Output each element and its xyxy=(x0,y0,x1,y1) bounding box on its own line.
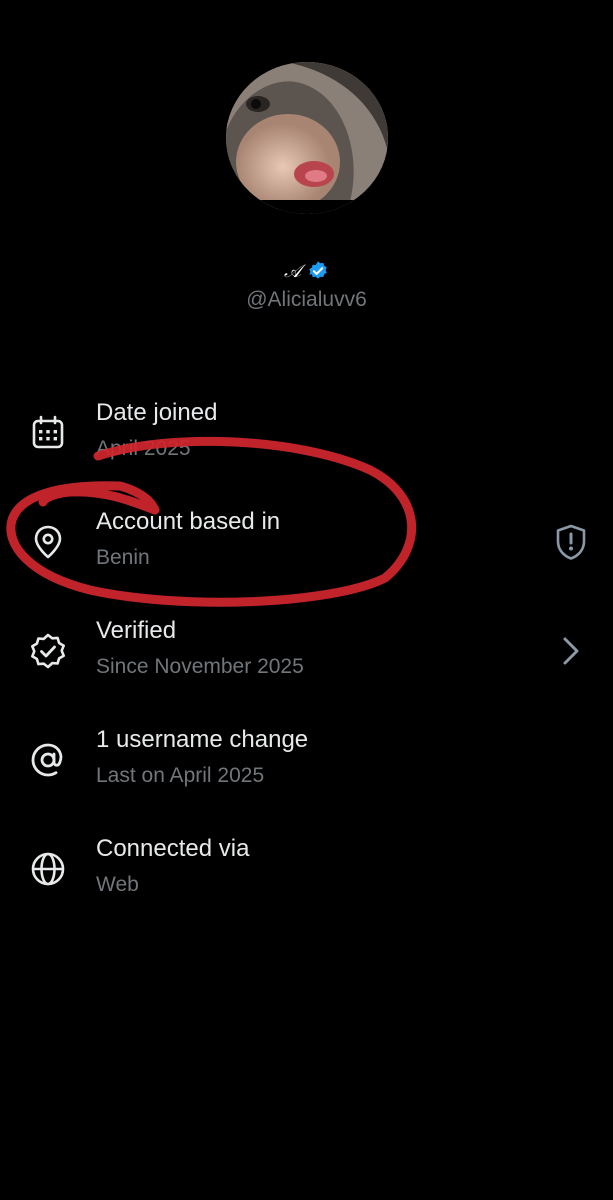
verified-check-icon xyxy=(309,261,327,279)
row-subtitle: April 2025 xyxy=(96,437,191,460)
row-title: Date joined xyxy=(96,399,218,426)
at-sign-icon xyxy=(31,743,63,777)
info-row-username-change: 1 username change Last on April 2025 xyxy=(0,726,613,806)
profile-name-row: 𝒜 xyxy=(0,260,613,282)
info-row-verified[interactable]: Verified Since November 2025 xyxy=(0,617,613,697)
info-row-connected-via: Connected via Web xyxy=(0,835,613,915)
display-name: 𝒜 xyxy=(283,260,302,282)
globe-icon xyxy=(31,852,65,886)
info-row-account-based-in: Account based in Benin xyxy=(0,508,613,588)
profile-handle: @Alicialuvv6 xyxy=(246,288,367,311)
row-title: Verified xyxy=(96,617,177,644)
row-title: Connected via xyxy=(96,835,250,862)
shield-alert-icon[interactable] xyxy=(553,522,589,562)
location-pin-icon xyxy=(34,525,62,559)
row-subtitle: Web xyxy=(96,873,139,896)
info-row-date-joined: Date joined April 2025 xyxy=(0,399,613,479)
chevron-right-icon[interactable] xyxy=(553,631,589,671)
row-title: Account based in xyxy=(96,508,281,535)
row-subtitle: Since November 2025 xyxy=(96,655,304,678)
row-title: 1 username change xyxy=(96,726,309,753)
row-subtitle: Last on April 2025 xyxy=(96,764,265,787)
verified-badge-icon xyxy=(30,633,65,669)
profile-avatar[interactable] xyxy=(226,62,388,214)
calendar-icon xyxy=(32,415,64,449)
row-subtitle: Benin xyxy=(96,546,150,569)
avatar-photo xyxy=(226,62,388,214)
